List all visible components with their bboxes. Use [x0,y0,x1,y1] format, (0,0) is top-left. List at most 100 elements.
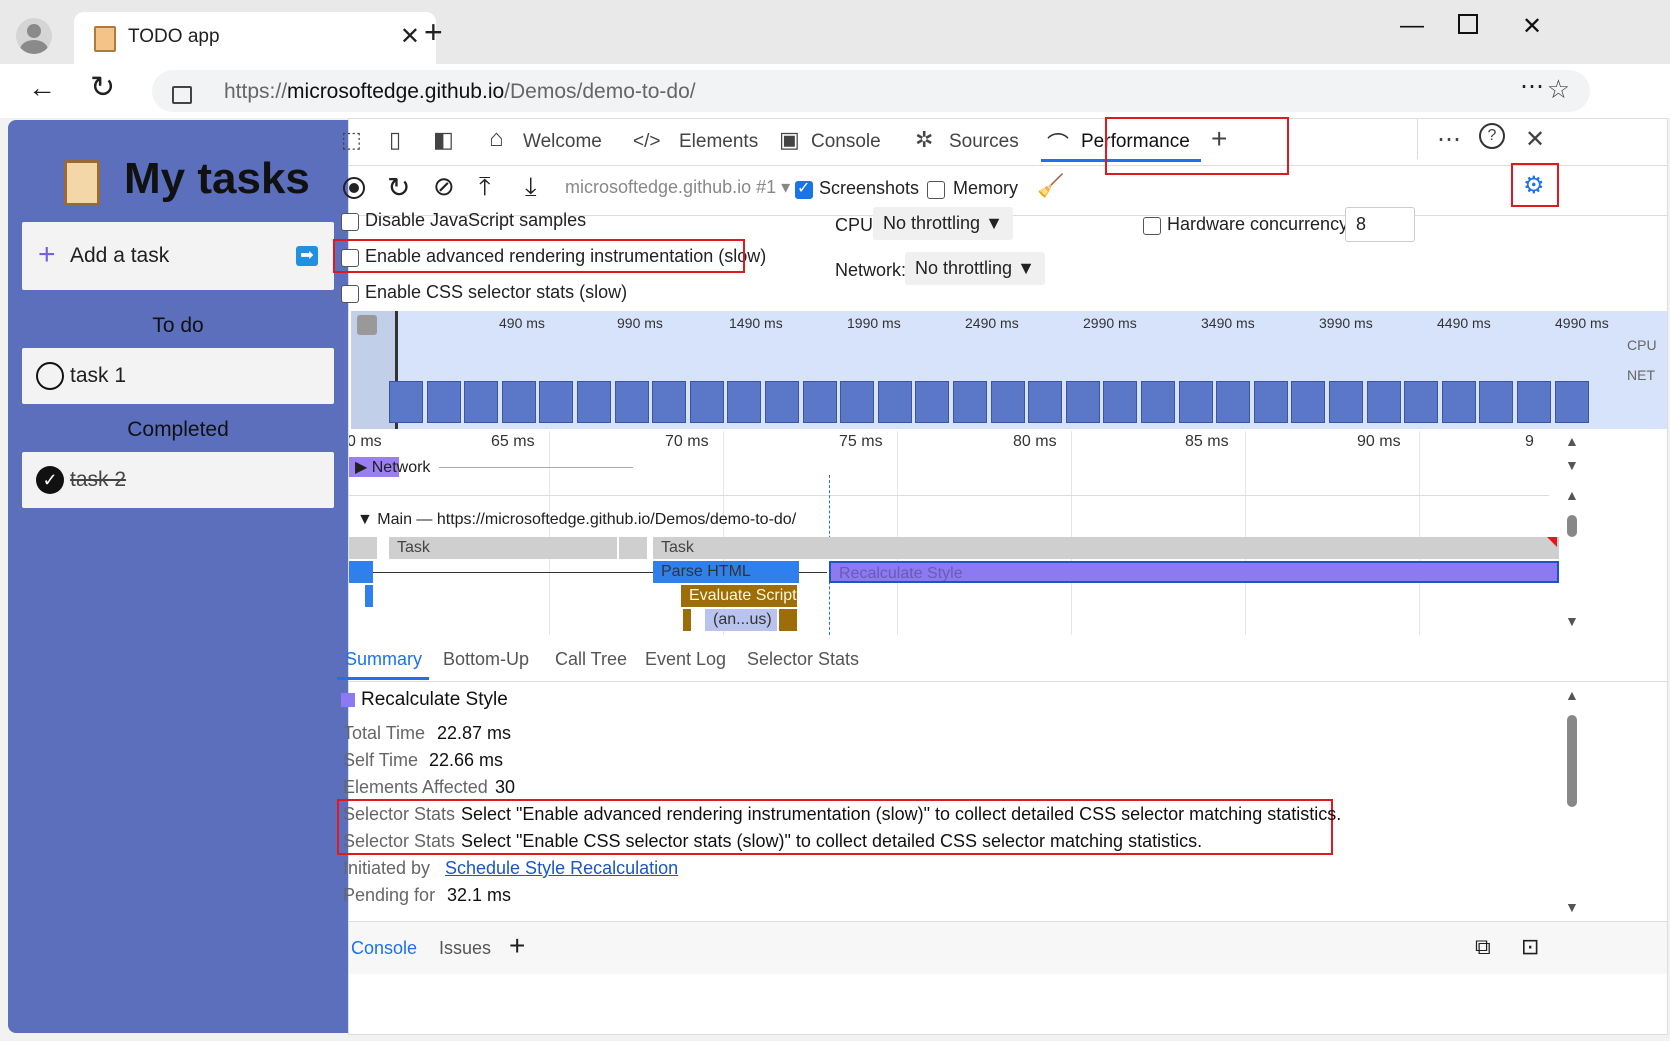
scroll-down-icon[interactable]: ▼ [1565,613,1579,629]
scroll-down-icon[interactable]: ▼ [1565,457,1579,473]
initiator-link[interactable]: Schedule Style Recalculation [445,858,678,879]
inspect-icon[interactable]: ⬚ [341,127,362,153]
scroll-up-icon[interactable]: ▲ [1565,687,1579,703]
screenshot-thumbnail[interactable] [1441,381,1476,423]
screenshot-thumbnail[interactable] [1103,381,1138,423]
close-window-icon[interactable]: ✕ [1522,12,1542,41]
screenshot-thumbnail[interactable] [689,381,724,423]
browser-tab[interactable]: TODO app ✕ [74,12,436,64]
event-bar[interactable] [349,561,373,583]
reload-record-icon[interactable]: ↻ [387,171,410,204]
maximize-icon[interactable] [1458,14,1478,34]
drawer-tab-issues[interactable]: Issues [439,938,491,959]
list-item[interactable]: ✓ task 2 [22,452,334,508]
screenshot-thumbnail[interactable] [1404,381,1439,423]
screenshot-thumbnail[interactable] [990,381,1025,423]
screenshot-thumbnail[interactable] [953,381,987,423]
broom-icon[interactable]: 🧹 [1037,173,1064,199]
tab-selector-stats[interactable]: Selector Stats [747,649,859,670]
screenshot-thumbnail[interactable] [1479,381,1514,423]
more-tools-icon[interactable]: ⋯ [1437,125,1461,154]
download-icon[interactable]: ⤓ [525,171,537,203]
task-bar[interactable] [619,537,647,559]
memory-checkbox[interactable] [927,181,945,199]
screenshot-thumbnail[interactable] [389,381,423,423]
home-icon[interactable]: ⌂ [489,125,504,153]
tab-bottom-up[interactable]: Bottom-Up [443,649,529,670]
tab-summary[interactable]: Summary [345,649,422,670]
screenshot-thumbnail[interactable] [1253,381,1288,423]
minimize-icon[interactable]: — [1400,12,1424,40]
task-bar[interactable] [349,537,377,559]
recording-select[interactable]: microsoftedge.github.io #1 ▾ [565,177,790,198]
screenshot-thumbnail[interactable] [727,381,762,423]
scrollbar[interactable] [1567,515,1577,537]
timeline-overview[interactable]: 490 ms 990 ms 1490 ms 1990 ms 2490 ms 29… [351,311,1667,429]
tab-event-log[interactable]: Event Log [645,649,726,670]
device-toolbar-icon[interactable]: ▯ [389,127,401,153]
more-options-icon[interactable]: ⋯ [1520,72,1544,101]
hw-concurrency-checkbox[interactable] [1143,217,1161,235]
tab-console[interactable]: Console [811,131,881,153]
css-stats-checkbox[interactable] [341,285,359,303]
screenshot-thumbnail[interactable] [426,381,461,423]
circle-icon[interactable] [36,362,64,390]
task-bar[interactable]: Task [389,537,617,559]
cpu-throttling-select[interactable]: No throttling ▼ [873,207,1013,240]
overview-handle[interactable] [357,315,377,335]
new-tab-icon[interactable]: + [424,14,443,51]
lock-icon[interactable] [172,86,192,104]
screenshot-thumbnail[interactable] [877,381,912,423]
task-bar[interactable]: Task [653,537,1559,559]
drawer-tab-console[interactable]: Console [351,938,417,959]
screenshot-thumbnail[interactable] [1291,381,1326,423]
network-throttling-select[interactable]: No throttling ▼ [905,252,1045,285]
screenshot-thumbnail[interactable] [1517,381,1551,423]
screenshot-thumbnail[interactable] [501,381,536,423]
refresh-icon[interactable]: ↻ [90,70,115,105]
screenshot-thumbnail[interactable] [1329,381,1363,423]
screenshot-thumbnail[interactable] [577,381,611,423]
evaluate-script-bar[interactable]: Evaluate Script [681,585,797,607]
screenshot-thumbnail[interactable] [652,381,687,423]
address-bar[interactable]: https://microsoftedge.github.io/Demos/de… [152,70,1590,112]
parse-html-bar[interactable]: Parse HTML [653,561,799,583]
favorite-star-icon[interactable]: ☆ [1547,74,1570,105]
dock-icon[interactable]: ◧ [433,127,454,153]
profile-avatar[interactable] [16,18,52,54]
check-circle-icon[interactable]: ✓ [36,466,64,494]
scroll-up-icon[interactable]: ▲ [1565,433,1579,449]
screenshot-thumbnail[interactable] [539,381,574,423]
tab-sources[interactable]: Sources [949,131,1019,153]
screenshot-thumbnail[interactable] [1065,381,1100,423]
close-devtools-icon[interactable]: ✕ [1525,125,1545,154]
screenshot-thumbnail[interactable] [915,381,950,423]
flame-chart[interactable]: 0 ms 65 ms 70 ms 75 ms 80 ms 85 ms 90 ms… [349,431,1667,635]
add-task-button[interactable]: + Add a task ➡ [22,222,334,290]
main-track[interactable]: ▼ Main — https://microsoftedge.github.io… [357,511,796,529]
screenshots-checkbox[interactable] [795,178,813,199]
scrollbar[interactable] [1567,715,1577,807]
record-icon[interactable] [343,177,365,199]
screenshot-thumbnail[interactable] [1366,381,1401,423]
screenshot-thumbnail[interactable] [802,381,837,423]
network-track[interactable]: ▶ Network [355,457,430,477]
close-drawer-icon[interactable]: ⊡ [1521,934,1539,960]
screenshot-thumbnail[interactable] [765,381,799,423]
event-bar[interactable] [779,609,797,631]
screenshot-thumbnail[interactable] [840,381,875,423]
anonymous-bar[interactable]: (an...us) [705,609,777,631]
screenshot-thumbnail[interactable] [464,381,499,423]
recalc-style-bar[interactable]: Recalculate Style [829,561,1559,583]
event-bar[interactable] [683,609,691,631]
screenshot-thumbnail[interactable] [1141,381,1175,423]
back-icon[interactable]: ← [28,72,56,104]
dock-drawer-icon[interactable]: ⧉ [1475,934,1491,960]
scroll-up-icon[interactable]: ▲ [1565,487,1579,503]
close-tab-icon[interactable]: ✕ [400,22,420,51]
tab-welcome[interactable]: Welcome [523,131,602,153]
tab-call-tree[interactable]: Call Tree [555,649,627,670]
help-icon[interactable]: ? [1479,123,1505,149]
add-drawer-tab-icon[interactable]: + [509,930,525,962]
screenshot-thumbnail[interactable] [1028,381,1063,423]
